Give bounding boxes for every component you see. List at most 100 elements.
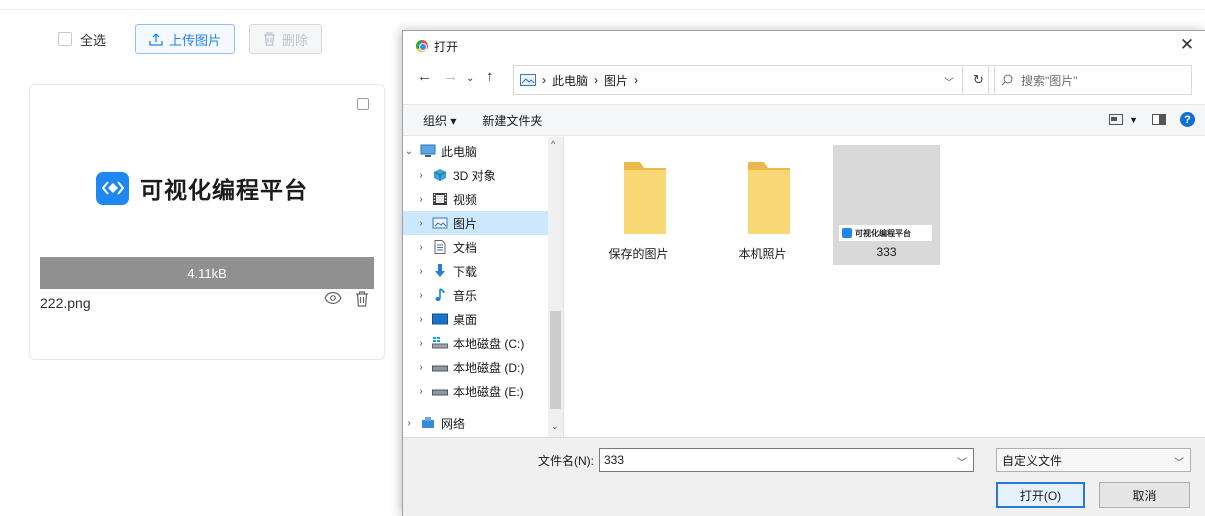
chevron-right-icon[interactable]: ›	[415, 266, 427, 277]
preview-pane-icon[interactable]	[1152, 114, 1166, 125]
file-open-dialog: 打开 ✕ ← → ⌄ ↑ › 此电脑 › 图片 › ﹀ ↻ 搜索"图片" 组织 …	[402, 30, 1205, 516]
download-arrow-icon	[435, 264, 445, 277]
filename-label: 文件名(N):	[538, 454, 594, 468]
image-card: 可视化编程平台 4.11kB 222.png	[29, 84, 385, 360]
tree-item-this-pc[interactable]: ⌄ 此电脑	[403, 139, 548, 163]
card-actions	[324, 291, 369, 307]
tree-item-label: 桌面	[453, 312, 478, 327]
forward-arrow-icon[interactable]: →	[443, 68, 458, 85]
open-button[interactable]: 打开(O)	[996, 482, 1085, 508]
tree-item-label: 文档	[453, 240, 478, 255]
folder-saved-pictures[interactable]: 保存的图片	[585, 145, 692, 265]
navigation-pane: ⌄ 此电脑 › 3D 对象 › 视频 › 图片 › 文档 › 下载 › 音乐 ›…	[403, 137, 564, 437]
chevron-right-icon[interactable]: ›	[415, 218, 427, 229]
folder-camera-roll[interactable]: 本机照片	[709, 145, 816, 265]
chevron-right-icon[interactable]: ›	[415, 338, 427, 349]
navigation-scrollbar[interactable]: ^ ⌄	[548, 137, 563, 437]
search-placeholder: 搜索"图片"	[1021, 73, 1078, 88]
tree-item-drive-d[interactable]: › 本地磁盘 (D:)	[403, 355, 548, 379]
tree-item-label: 网络	[441, 416, 466, 431]
tree-item-drive-e[interactable]: › 本地磁盘 (E:)	[403, 379, 548, 403]
dialog-titlebar: 打开 ✕	[403, 31, 1205, 61]
dialog-title: 打开	[434, 39, 459, 54]
tree-item-desktop[interactable]: › 桌面	[403, 307, 548, 331]
tree-item-music[interactable]: › 音乐	[403, 283, 548, 307]
up-arrow-icon[interactable]: ↑	[486, 68, 494, 85]
card-select-checkbox[interactable]	[357, 98, 369, 110]
chevron-right-icon[interactable]: ›	[415, 362, 427, 373]
drive-icon	[432, 337, 448, 349]
scroll-down-icon[interactable]: ⌄	[551, 421, 559, 432]
trash-icon	[264, 32, 276, 46]
drive-icon	[432, 365, 448, 372]
picture-icon	[432, 217, 448, 229]
delete-button-label: 删除	[282, 32, 309, 48]
address-dropdown-icon[interactable]: ﹀	[944, 74, 954, 89]
tree-item-drive-c[interactable]: › 本地磁盘 (C:)	[403, 331, 548, 355]
file-333[interactable]: 可视化编程平台 333	[833, 145, 940, 265]
close-icon[interactable]: ✕	[1177, 35, 1197, 55]
file-size: 4.11kB	[187, 265, 227, 281]
chevron-down-icon[interactable]: ﹀	[957, 454, 967, 469]
filetype-select[interactable]: 自定义文件 ﹀	[996, 448, 1191, 472]
scrollbar-thumb[interactable]	[550, 311, 561, 409]
select-all-checkbox[interactable]: 全选	[58, 30, 106, 49]
checkbox-box[interactable]	[58, 32, 72, 46]
tree-item-documents[interactable]: › 文档	[403, 235, 548, 259]
tree-item-label: 音乐	[453, 288, 478, 303]
chevron-right-icon[interactable]: ›	[415, 170, 427, 181]
dialog-footer: 文件名(N): 333 ﹀ 自定义文件 ﹀ 打开(O) 取消	[403, 437, 1205, 516]
upload-button-label: 上传图片	[169, 32, 222, 48]
upload-icon	[149, 33, 163, 46]
cancel-button[interactable]: 取消	[1099, 482, 1190, 508]
filetype-value: 自定义文件	[1002, 453, 1063, 468]
folder-label: 本机照片	[738, 247, 787, 261]
music-note-icon	[435, 288, 445, 301]
tree-item-videos[interactable]: › 视频	[403, 187, 548, 211]
upload-image-button[interactable]: 上传图片	[135, 24, 236, 54]
eye-icon[interactable]	[324, 291, 342, 305]
chevron-right-icon[interactable]: ›	[415, 242, 427, 253]
filename-input[interactable]: 333 ﹀	[599, 448, 974, 472]
chevron-down-icon[interactable]: ﹀	[1174, 454, 1184, 469]
scroll-up-icon[interactable]: ^	[551, 139, 555, 149]
folder-icon	[624, 162, 666, 234]
search-box[interactable]: 搜索"图片"	[988, 65, 1192, 95]
tree-item-label: 本地磁盘 (E:)	[453, 384, 524, 399]
picture-location-icon	[520, 74, 536, 86]
folder-label: 保存的图片	[608, 247, 669, 261]
delete-button[interactable]: 删除	[249, 24, 323, 54]
tree-item-label: 此电脑	[441, 144, 478, 159]
view-icon	[1109, 114, 1124, 125]
trash-icon[interactable]	[355, 291, 369, 307]
document-icon	[434, 240, 446, 254]
breadcrumb-this-pc[interactable]: 此电脑	[552, 72, 588, 89]
chevron-down-icon[interactable]: ⌄	[403, 146, 415, 157]
chevron-right-icon[interactable]: ›	[415, 290, 427, 301]
organize-menu[interactable]: 组织 ▾	[423, 112, 456, 129]
recent-locations-chevron-icon[interactable]: ⌄	[466, 73, 474, 84]
chevron-right-icon[interactable]: ›	[403, 418, 415, 429]
tree-item-downloads[interactable]: › 下载	[403, 259, 548, 283]
tree-item-network[interactable]: › 网络	[403, 411, 548, 435]
image-toolbar: 全选 上传图片 删除	[58, 24, 323, 54]
chevron-right-icon[interactable]: ›	[415, 386, 427, 397]
breadcrumb-pictures[interactable]: 图片	[604, 72, 628, 89]
computer-icon	[420, 144, 436, 157]
platform-logo-icon	[842, 228, 852, 238]
tree-item-pictures[interactable]: › 图片	[403, 211, 548, 235]
chrome-icon	[416, 40, 428, 52]
back-arrow-icon[interactable]: ←	[417, 68, 432, 85]
help-icon[interactable]: ?	[1180, 112, 1195, 127]
view-options-button[interactable]: ▼	[1109, 114, 1138, 125]
address-bar[interactable]: › 此电脑 › 图片 › ﹀	[513, 65, 963, 95]
select-all-label: 全选	[80, 32, 107, 48]
tree-item-3d-objects[interactable]: › 3D 对象	[403, 163, 548, 187]
file-label: 333	[876, 245, 897, 259]
file-name: 222.png	[40, 295, 91, 311]
navigation-row: ← → ⌄ ↑ › 此电脑 › 图片 › ﹀ ↻ 搜索"图片"	[403, 65, 1205, 95]
tree-item-label: 3D 对象	[453, 168, 496, 183]
chevron-right-icon[interactable]: ›	[415, 314, 427, 325]
chevron-right-icon[interactable]: ›	[415, 194, 427, 205]
new-folder-button[interactable]: 新建文件夹	[482, 112, 542, 129]
